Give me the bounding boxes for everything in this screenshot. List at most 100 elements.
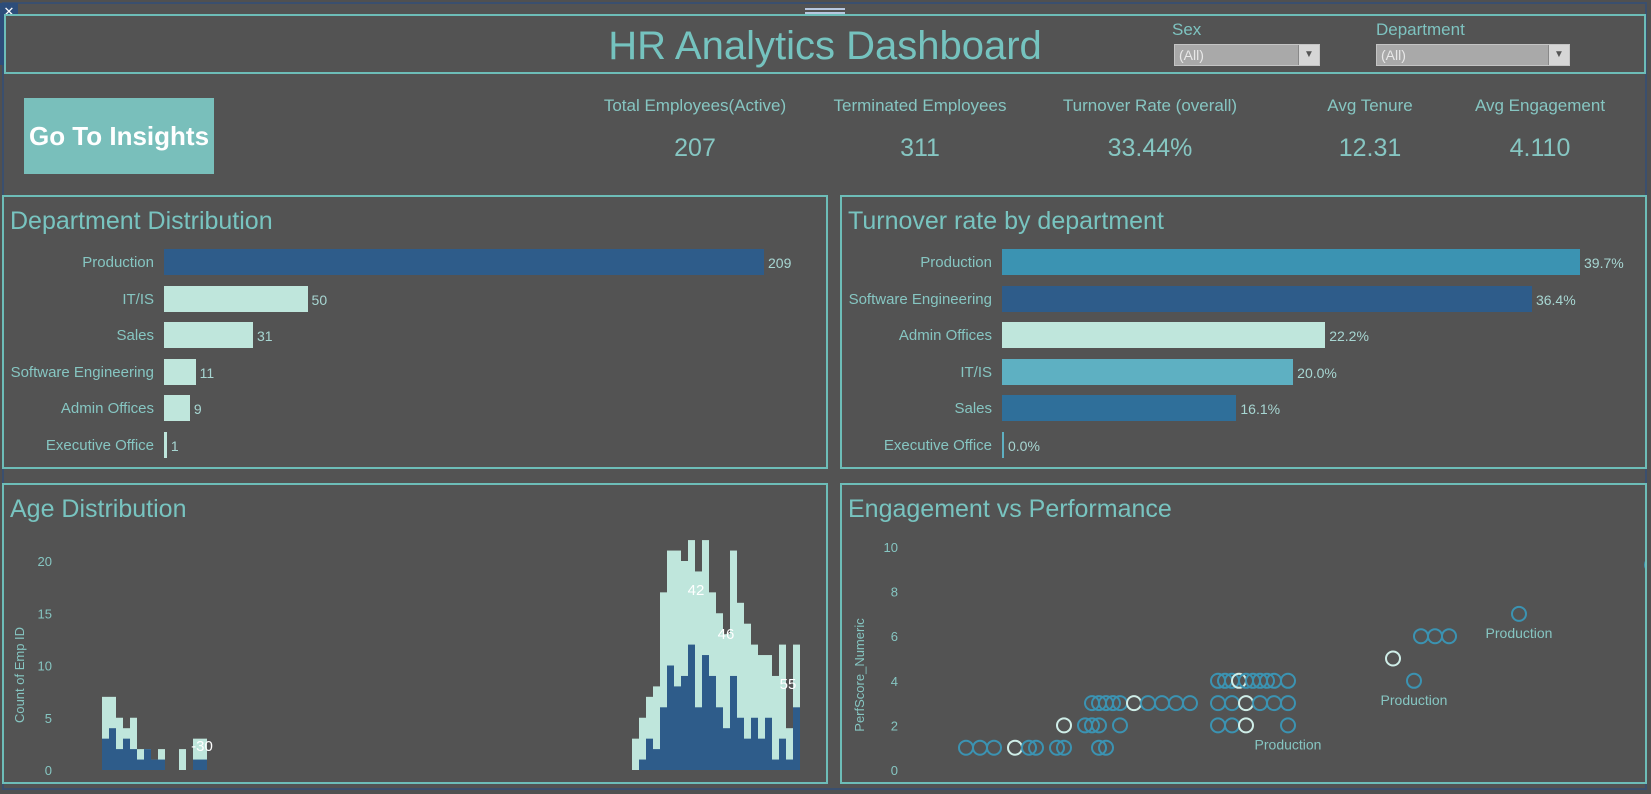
turnover-bar-row: IT/IS 20.0% xyxy=(842,358,1645,387)
department-filter-select[interactable]: (All) ▼ xyxy=(1376,44,1570,66)
engagement-scatter: PerfScore_Numeric 0 2 4 6 8 10 Production Produc… xyxy=(852,540,1645,778)
category-label: Executive Office xyxy=(45,436,154,454)
age-bar xyxy=(681,675,688,770)
age-bar xyxy=(737,717,744,770)
department-bar[interactable] xyxy=(164,285,308,312)
scatter-point xyxy=(1238,695,1254,712)
turnover-bar[interactable] xyxy=(1002,285,1532,312)
age-bar xyxy=(744,738,751,770)
bar-value-label: 11 xyxy=(199,364,215,381)
department-bar-chart: Production 209 IT/IS 50 Sales 31 Software Engi… xyxy=(4,249,826,459)
scatter-point xyxy=(1140,695,1156,712)
category-label: Admin Offices xyxy=(898,327,992,344)
category-label: Sales xyxy=(954,400,992,417)
kpi-total-employees: Total Employees(Active) 207 xyxy=(580,96,810,163)
turnover-bar[interactable] xyxy=(1002,431,1004,458)
scatter-point xyxy=(1056,717,1072,734)
age-bar xyxy=(123,738,130,770)
scatter-point xyxy=(1280,717,1296,734)
department-bar[interactable] xyxy=(164,249,764,275)
department-bar-row: Executive Office 1 xyxy=(4,431,826,460)
scatter-point xyxy=(1441,628,1457,645)
category-label: Sales xyxy=(116,327,154,344)
turnover-bar[interactable] xyxy=(1002,395,1237,421)
scatter-point xyxy=(1182,695,1198,712)
kpi-value: 4.110 xyxy=(1509,134,1571,162)
scatter-point xyxy=(1210,695,1226,712)
scatter-point xyxy=(1238,717,1254,734)
bar-value-label: 50 xyxy=(311,291,328,308)
chevron-down-icon[interactable]: ▼ xyxy=(1298,45,1319,65)
sex-filter-select[interactable]: (All) ▼ xyxy=(1174,44,1320,66)
age-bar xyxy=(730,675,737,770)
age-bar xyxy=(772,675,779,770)
bar-value-label: 36.4% xyxy=(1535,291,1576,308)
y-tick-label: 15 xyxy=(38,606,52,621)
scatter-point xyxy=(1406,672,1422,689)
kpi-avg-tenure: Avg Tenure 12.31 xyxy=(1290,96,1450,163)
age-bar xyxy=(716,707,723,770)
age-bar xyxy=(144,749,151,770)
age-bar xyxy=(772,759,779,770)
category-label: Software Engineering xyxy=(848,290,992,308)
department-bar[interactable] xyxy=(164,431,167,458)
department-distribution-panel: Department Distribution Production 209 IT/… xyxy=(2,195,828,469)
turnover-bar[interactable] xyxy=(1002,249,1580,275)
department-bar-row: IT/IS 50 xyxy=(4,285,826,314)
sex-filter-label: Sex xyxy=(1172,20,1202,39)
department-bar[interactable] xyxy=(164,322,253,348)
category-label: IT/IS xyxy=(960,363,992,381)
y-tick-label: 20 xyxy=(38,554,52,569)
bar-value-label: 22.2% xyxy=(1329,328,1369,344)
age-bar xyxy=(632,738,639,770)
header-panel: HR Analytics Dashboard Sex (All) ▼ Depar… xyxy=(4,14,1646,74)
age-bar xyxy=(765,717,772,770)
age-bar xyxy=(709,675,716,770)
category-label: Production xyxy=(82,254,154,271)
y-tick-label: 10 xyxy=(884,540,898,555)
age-bar xyxy=(751,717,758,770)
category-label: IT/IS xyxy=(122,290,154,308)
age-histogram: Count of Emp ID 0 5 10 15 20 -30 42 46 55 xyxy=(12,540,800,778)
scatter-point xyxy=(1224,695,1240,712)
scatter-point xyxy=(1427,628,1443,645)
department-bar-row: Admin Offices 9 xyxy=(4,395,826,423)
kpi-avg-engagement: Avg Engagement 4.110 xyxy=(1460,96,1620,163)
kpi-label: Avg Engagement xyxy=(1474,96,1606,115)
scatter-point xyxy=(1511,605,1527,622)
kpi-label: Terminated Employees xyxy=(833,96,1007,115)
turnover-bar[interactable] xyxy=(1002,358,1294,385)
age-bar xyxy=(674,686,681,770)
chevron-down-icon[interactable]: ▼ xyxy=(1548,45,1569,65)
department-bar[interactable] xyxy=(164,358,196,385)
department-bar[interactable] xyxy=(164,395,190,421)
turnover-by-department-panel: Turnover rate by department Production 39… xyxy=(840,195,1647,469)
age-bar xyxy=(646,738,653,770)
turnover-bar-row: Admin Offices 22.2% xyxy=(842,322,1645,350)
scatter-point xyxy=(972,739,988,756)
kpi-label: Avg Tenure xyxy=(1327,96,1413,115)
kpi-value: 207 xyxy=(674,134,716,162)
age-bar xyxy=(702,655,709,770)
kpi-value: 311 xyxy=(900,134,940,162)
scatter-point xyxy=(1224,717,1240,734)
bar-value-label: 31 xyxy=(256,328,273,344)
scatter-point xyxy=(1126,695,1142,712)
kpi-value: 12.31 xyxy=(1338,134,1402,162)
y-tick-label: 2 xyxy=(891,718,898,733)
age-bar xyxy=(200,759,207,770)
age-annotation: 46 xyxy=(718,626,735,643)
go-to-insights-button[interactable]: Go To Insights xyxy=(24,98,214,174)
bar-value-label: 1 xyxy=(170,437,179,454)
age-bar xyxy=(151,759,158,770)
scatter-point xyxy=(1413,628,1429,645)
y-tick-label: 6 xyxy=(891,629,898,644)
y-tick-label: 8 xyxy=(891,585,898,600)
category-label: Production xyxy=(920,254,992,271)
age-bar xyxy=(137,759,144,770)
department-bar-row: Sales 31 xyxy=(4,322,826,350)
scatter-point xyxy=(1280,695,1296,712)
y-axis-title: PerfScore_Numeric xyxy=(852,618,867,732)
kpi-label: Total Employees(Active) xyxy=(603,96,787,115)
turnover-bar[interactable] xyxy=(1002,322,1326,348)
